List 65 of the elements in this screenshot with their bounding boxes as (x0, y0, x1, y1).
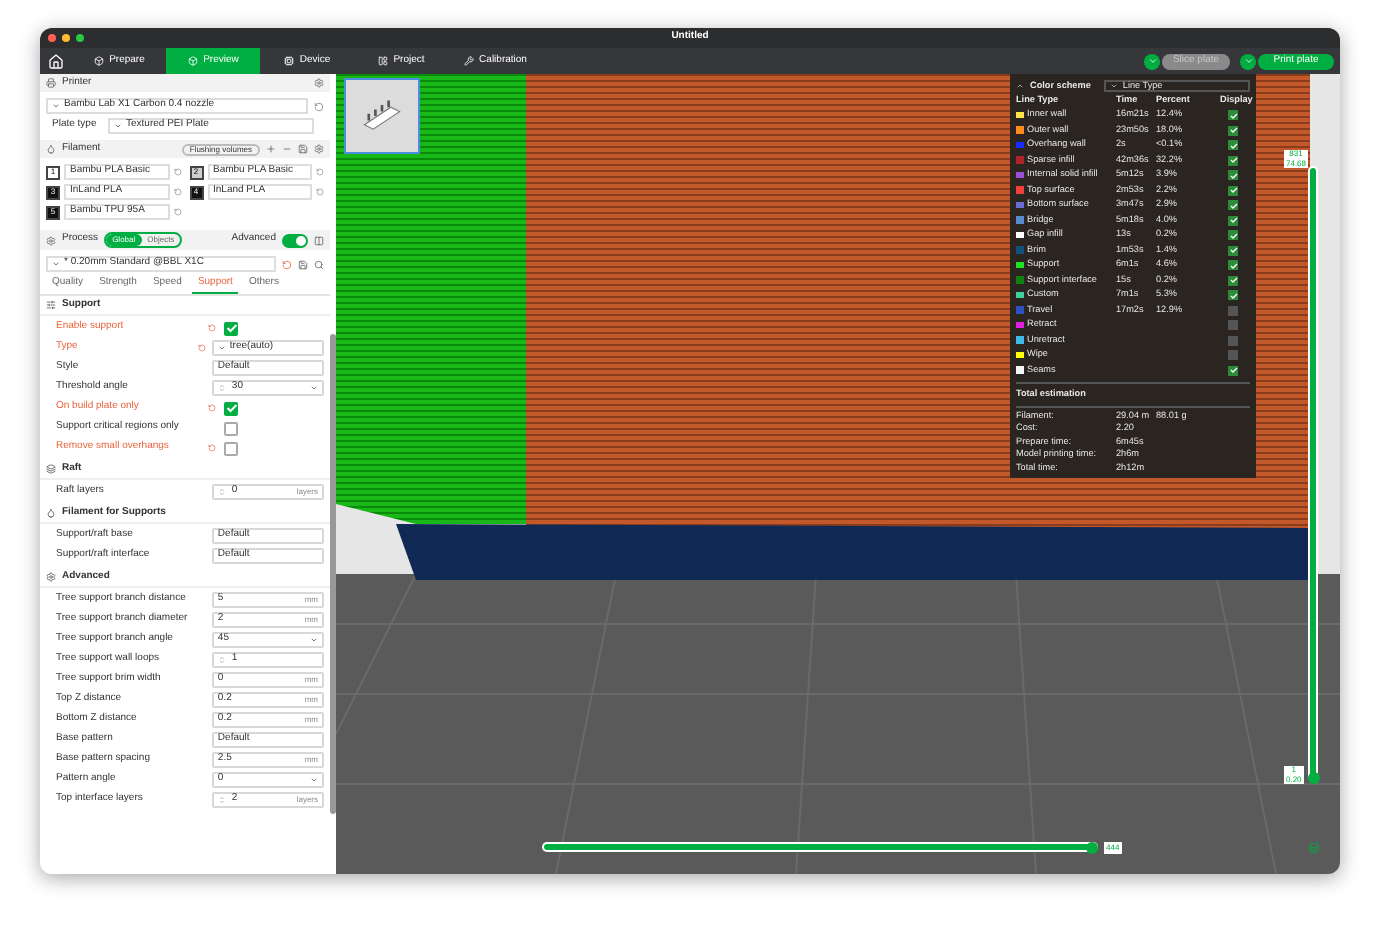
maximize-window-icon[interactable] (76, 34, 84, 42)
display-checkbox[interactable] (1228, 245, 1238, 256)
display-checkbox[interactable] (1228, 230, 1238, 241)
section-icon (46, 572, 56, 582)
plate-thumbnail[interactable] (344, 78, 420, 154)
reset-icon[interactable] (208, 324, 216, 332)
toggle-switch[interactable] (282, 233, 308, 247)
section-icon (46, 464, 56, 474)
process-icon (46, 235, 56, 245)
minimize-window-icon[interactable] (62, 34, 70, 42)
settings-icon[interactable] (314, 78, 324, 88)
checkbox[interactable] (224, 441, 238, 455)
remove-icon[interactable] (282, 144, 292, 154)
display-checkbox[interactable] (1228, 110, 1238, 121)
save-icon[interactable] (298, 144, 308, 154)
dropdown-caret-icon[interactable] (1240, 53, 1256, 69)
spin-arrows-icon[interactable] (217, 384, 226, 392)
compare-icon[interactable] (314, 235, 324, 245)
layers-icon[interactable] (1308, 842, 1320, 854)
wrench-icon (463, 56, 474, 66)
panel-icon (377, 56, 388, 66)
display-checkbox[interactable] (1228, 185, 1238, 196)
search-icon[interactable] (314, 259, 324, 269)
reset-icon[interactable] (208, 444, 216, 452)
scrollbar-thumb[interactable] (330, 334, 336, 814)
display-checkbox[interactable] (1228, 290, 1238, 301)
display-checkbox[interactable] (1228, 320, 1238, 331)
display-checkbox[interactable] (1228, 200, 1238, 211)
cube-icon (187, 56, 198, 66)
display-checkbox[interactable] (1228, 260, 1238, 271)
home-icon[interactable] (48, 53, 64, 69)
display-checkbox[interactable] (1228, 335, 1238, 346)
filament-icon (46, 144, 56, 154)
save-icon[interactable] (298, 259, 308, 269)
reset-icon[interactable] (208, 404, 216, 412)
display-checkbox[interactable] (1228, 305, 1238, 316)
spin-arrows-icon[interactable] (217, 656, 226, 664)
edit-icon[interactable] (316, 188, 324, 196)
reset-icon[interactable] (282, 259, 292, 269)
reset-icon[interactable] (197, 344, 205, 352)
display-checkbox[interactable] (1228, 275, 1238, 286)
add-icon[interactable] (266, 144, 276, 154)
section-icon (46, 508, 56, 518)
checkbox[interactable] (224, 421, 238, 435)
display-checkbox[interactable] (1228, 170, 1238, 181)
cube-icon (93, 56, 104, 66)
display-checkbox[interactable] (1228, 215, 1238, 226)
section-icon (46, 300, 56, 310)
display-checkbox[interactable] (1228, 140, 1238, 151)
display-checkbox[interactable] (1228, 350, 1238, 361)
close-window-icon[interactable] (48, 34, 56, 42)
dropdown-caret-icon[interactable] (1144, 53, 1160, 69)
printer-icon (46, 78, 56, 88)
spin-arrows-icon[interactable] (217, 796, 226, 804)
settings-icon[interactable] (314, 144, 324, 154)
edit-icon[interactable] (316, 168, 324, 176)
edit-icon[interactable] (173, 208, 181, 216)
edit-icon[interactable] (173, 188, 181, 196)
edit-icon[interactable] (173, 168, 181, 176)
spin-arrows-icon[interactable] (217, 488, 226, 496)
display-checkbox[interactable] (1228, 125, 1238, 136)
edit-icon[interactable] (314, 101, 324, 111)
display-checkbox[interactable] (1228, 155, 1238, 166)
display-checkbox[interactable] (1228, 365, 1238, 376)
chip-icon (283, 56, 294, 66)
